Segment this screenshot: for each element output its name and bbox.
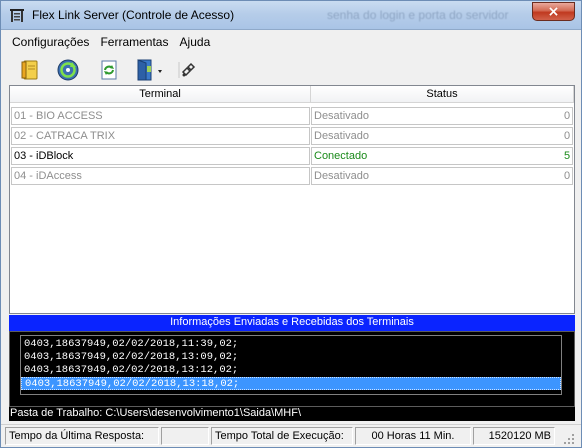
terminal-name: 02 - CATRACA TRIX [11,127,310,145]
total-time-value: 00 Horas 11 Min. [355,427,471,445]
terminal-status: Desativado [311,107,563,125]
log-entry-selected[interactable]: 0403,18637949,02/02/2018,13:18,02; [21,377,561,390]
close-icon: × [547,4,560,20]
menu-ajuda[interactable]: Ajuda [177,32,214,52]
last-response-label: Tempo da Última Resposta: [5,427,159,445]
app-window: Flex Link Server (Controle de Acesso) se… [0,0,582,448]
terminal-row[interactable]: 04 - iDAccess Desativado 0 [10,166,574,186]
terminal-status: Conectado [311,147,563,165]
exit-door-icon [137,59,162,81]
title-bar[interactable]: Flex Link Server (Controle de Acesso) se… [1,1,581,30]
terminal-count: 5 [562,147,573,165]
terminal-status: Desativado [311,167,563,185]
menu-configuracoes[interactable]: Configurações [9,32,92,52]
refresh-page-icon [101,60,117,80]
window-title: Flex Link Server (Controle de Acesso) [32,8,235,22]
window-title-ghost: senha do login e porta do servidor [327,8,509,22]
terminal-name: 03 - iDBlock [11,147,310,165]
settings-button[interactable] [16,56,44,84]
log-entry[interactable]: 0403,18637949,02/02/2018,11:39,02; [21,338,561,351]
connect-button[interactable] [54,56,82,84]
work-folder-path: Pasta de Trabalho: C:\Users\desenvolvime… [9,407,575,421]
last-response-value [161,427,209,445]
resize-grip-icon[interactable] [563,433,575,445]
terminal-name: 01 - BIO ACCESS [11,107,310,125]
memory-usage: 1520120 MB [473,427,555,445]
notebook-icon [21,60,38,80]
total-time-label: Tempo Total de Execução: [211,427,353,445]
column-header-terminal[interactable]: Terminal [10,86,311,103]
status-bar: Tempo da Última Resposta: Tempo Total de… [1,424,581,447]
terminal-row[interactable]: 03 - iDBlock Conectado 5 [10,146,574,166]
log-list[interactable]: 0403,18637949,02/02/2018,11:39,02; 0403,… [20,335,562,395]
toolbar [9,53,575,85]
refresh-button[interactable] [95,56,123,84]
terminal-row[interactable]: 01 - BIO ACCESS Desativado 0 [10,106,574,126]
grid-header: Terminal Status [10,86,574,103]
terminal-log-panel: 0403,18637949,02/02/2018,11:39,02; 0403,… [9,331,575,407]
column-header-status[interactable]: Status [311,86,574,103]
network-button[interactable] [173,56,201,84]
exit-button[interactable] [131,56,167,84]
terminal-count: 0 [562,127,573,145]
menu-bar: Configurações Ferramentas Ajuda [9,32,215,52]
sync-circle-icon [57,59,79,81]
terminal-status: Desativado [311,127,563,145]
terminal-count: 0 [562,107,573,125]
menu-ferramentas[interactable]: Ferramentas [97,32,171,52]
terminal-count: 0 [562,167,573,185]
info-panel-header: Informações Enviadas e Recebidas dos Ter… [9,315,575,331]
gate-icon [10,9,24,22]
log-entry[interactable]: 0403,18637949,02/02/2018,13:12,02; [21,364,561,377]
terminal-name: 04 - iDAccess [11,167,310,185]
log-entry[interactable]: 0403,18637949,02/02/2018,13:09,02; [21,351,561,364]
terminal-row[interactable]: 02 - CATRACA TRIX Desativado 0 [10,126,574,146]
terminal-list[interactable]: Terminal Status 01 - BIO ACCESS Desativa… [9,85,575,314]
network-link-icon [178,62,196,78]
close-button[interactable]: × [532,2,575,21]
